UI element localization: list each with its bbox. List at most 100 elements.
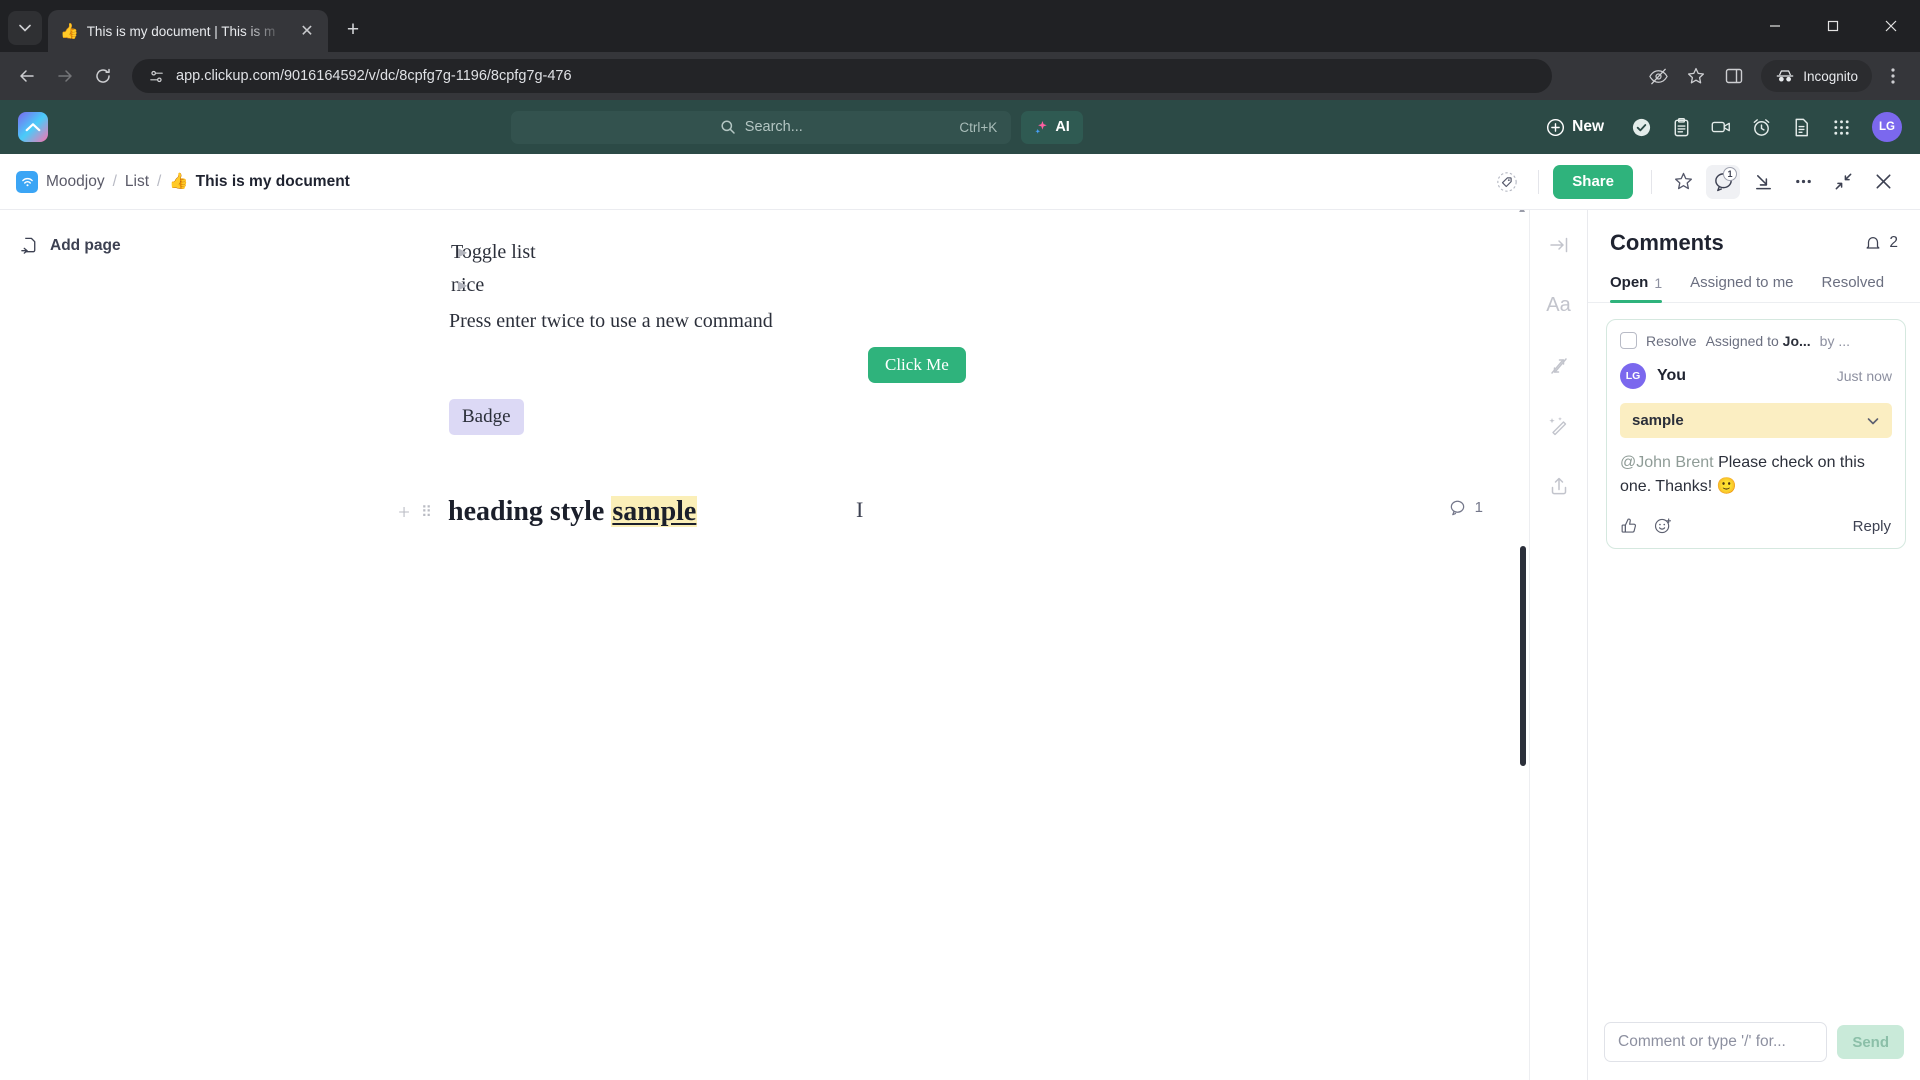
star-icon[interactable] bbox=[1666, 165, 1700, 199]
share-upload-icon[interactable] bbox=[1548, 475, 1570, 497]
document-canvas[interactable]: ▶ Toggle list ▶ nice Press enter twice t… bbox=[196, 210, 1529, 1080]
insert-block-plus-icon[interactable]: + bbox=[392, 500, 416, 525]
add-reaction-icon[interactable] bbox=[1654, 517, 1672, 535]
comment-avatar[interactable]: LG bbox=[1620, 363, 1646, 389]
thumbs-up-icon[interactable] bbox=[1620, 517, 1638, 535]
url-text: app.clickup.com/9016164592/v/dc/8cpfg7g-… bbox=[176, 68, 572, 84]
send-button[interactable]: Send bbox=[1837, 1025, 1904, 1059]
breadcrumb-separator: / bbox=[112, 172, 117, 190]
search-icon bbox=[721, 120, 735, 134]
browser-tab[interactable]: 👍 This is my document | This is m ✕ bbox=[48, 10, 328, 52]
breadcrumb-current-doc[interactable]: 👍 This is my document bbox=[169, 172, 349, 191]
toggle-list-label: nice bbox=[451, 274, 485, 296]
forward-icon[interactable] bbox=[48, 59, 82, 93]
scrollbar-thumb[interactable] bbox=[1520, 546, 1526, 766]
side-panel-icon[interactable] bbox=[1717, 59, 1751, 93]
browser-toolbar-right: Incognito bbox=[1641, 59, 1910, 93]
toggle-list-item[interactable]: ▶ nice bbox=[196, 269, 1529, 302]
alarm-clock-icon[interactable] bbox=[1744, 110, 1778, 144]
new-button[interactable]: New bbox=[1546, 118, 1604, 137]
import-icon[interactable] bbox=[1746, 165, 1780, 199]
resolve-checkbox[interactable] bbox=[1620, 332, 1637, 349]
block-comment-count-label: 1 bbox=[1474, 499, 1483, 516]
search-input[interactable]: Search... Ctrl+K bbox=[511, 110, 1012, 144]
plus-circle-icon bbox=[1547, 118, 1565, 136]
block-comment-count[interactable]: 1 bbox=[1449, 499, 1483, 516]
close-icon[interactable] bbox=[1866, 165, 1900, 199]
doc-emoji-icon: 👍 bbox=[169, 173, 189, 190]
tab-search-button[interactable] bbox=[8, 11, 42, 45]
comment-quoted-text[interactable]: sample bbox=[1620, 403, 1892, 438]
comment-composer: Comment or type '/' for... Send bbox=[1588, 1008, 1920, 1080]
tab-open-label: Open bbox=[1610, 274, 1649, 291]
heading-text[interactable]: heading style sample bbox=[448, 496, 698, 528]
reply-button[interactable]: Reply bbox=[1853, 518, 1891, 535]
video-camera-icon[interactable] bbox=[1704, 110, 1738, 144]
document-tool-rail: Aa bbox=[1529, 210, 1587, 1080]
chevron-down-icon[interactable] bbox=[1866, 414, 1880, 428]
search-placeholder: Search... bbox=[744, 119, 803, 135]
assigned-label: Assigned to bbox=[1705, 332, 1779, 349]
breadcrumb-workspace[interactable]: Moodjoy bbox=[46, 173, 105, 191]
add-page-button[interactable]: Add page bbox=[0, 230, 196, 261]
browser-menu-icon[interactable] bbox=[1876, 59, 1910, 93]
comment-assignee[interactable]: Assigned to Jo... bbox=[1706, 333, 1811, 349]
click-me-button[interactable]: Click Me bbox=[868, 347, 966, 383]
resolve-label[interactable]: Resolve bbox=[1646, 333, 1697, 349]
document-heading-block[interactable]: + ⠿ heading style sample I 1 bbox=[196, 489, 1529, 535]
document-content: ▶ Toggle list ▶ nice Press enter twice t… bbox=[196, 210, 1529, 535]
clickup-top-bar-right: New LG bbox=[1546, 110, 1902, 144]
comment-input[interactable]: Comment or type '/' for... bbox=[1604, 1022, 1828, 1062]
address-bar[interactable]: app.clickup.com/9016164592/v/dc/8cpfg7g-… bbox=[132, 59, 1552, 93]
tab-close-icon[interactable]: ✕ bbox=[296, 20, 318, 42]
comment-card[interactable]: Resolve Assigned to Jo... by ... LG You … bbox=[1606, 319, 1906, 549]
new-tab-button[interactable]: + bbox=[336, 13, 370, 47]
comment-icon[interactable]: 1 bbox=[1706, 164, 1740, 199]
tab-resolved[interactable]: Resolved bbox=[1822, 274, 1885, 302]
document-button-row: Click Me bbox=[196, 341, 1529, 389]
reload-icon[interactable] bbox=[86, 59, 120, 93]
comments-notification[interactable]: 2 bbox=[1864, 234, 1898, 252]
document-icon[interactable] bbox=[1784, 110, 1818, 144]
doc-title: This is my document bbox=[195, 172, 350, 190]
font-size-icon[interactable]: Aa bbox=[1546, 294, 1570, 317]
scroll-up-arrow-icon[interactable]: ▲ bbox=[1517, 210, 1527, 215]
bookmark-star-icon[interactable] bbox=[1679, 59, 1713, 93]
tab-assigned-to-me[interactable]: Assigned to me bbox=[1690, 274, 1793, 302]
user-avatar[interactable]: LG bbox=[1872, 112, 1902, 142]
ai-button[interactable]: AI bbox=[1021, 110, 1083, 144]
tag-icon[interactable] bbox=[1490, 165, 1524, 199]
badge[interactable]: Badge bbox=[449, 399, 524, 435]
comment-mention[interactable]: @John Brent bbox=[1620, 454, 1714, 471]
site-settings-icon[interactable] bbox=[146, 66, 166, 86]
tab-open[interactable]: Open 1 bbox=[1610, 274, 1663, 303]
document-paragraph[interactable]: Press enter twice to use a new command bbox=[196, 302, 1529, 341]
ai-label: AI bbox=[1055, 119, 1070, 135]
clickup-logo-icon[interactable] bbox=[18, 112, 48, 142]
window-close-button[interactable] bbox=[1862, 0, 1920, 52]
window-minimize-button[interactable] bbox=[1746, 0, 1804, 52]
back-icon[interactable] bbox=[10, 59, 44, 93]
ai-wand-icon[interactable] bbox=[1548, 415, 1570, 437]
toggle-caret-icon[interactable]: ▶ bbox=[458, 278, 467, 293]
tracking-protection-icon[interactable] bbox=[1641, 59, 1675, 93]
comment-bubble-icon bbox=[1450, 500, 1464, 516]
collapse-icon[interactable] bbox=[1826, 165, 1860, 199]
drag-handle-icon[interactable]: ⠿ bbox=[416, 503, 438, 522]
incognito-indicator[interactable]: Incognito bbox=[1761, 60, 1872, 92]
assigned-to-name: Jo... bbox=[1782, 332, 1811, 349]
more-options-icon[interactable] bbox=[1786, 165, 1820, 199]
clipboard-icon[interactable] bbox=[1664, 110, 1698, 144]
apps-grid-icon[interactable] bbox=[1824, 110, 1858, 144]
collapse-right-icon[interactable] bbox=[1548, 234, 1570, 256]
share-button[interactable]: Share bbox=[1553, 164, 1633, 199]
breadcrumb-list[interactable]: List bbox=[125, 173, 149, 191]
relationships-icon[interactable] bbox=[1548, 355, 1570, 377]
window-maximize-button[interactable] bbox=[1804, 0, 1862, 52]
toggle-list-item[interactable]: ▶ Toggle list bbox=[196, 236, 1529, 269]
workspace-icon[interactable] bbox=[16, 170, 38, 193]
toggle-caret-icon[interactable]: ▶ bbox=[458, 245, 467, 260]
document-scrollbar[interactable]: ▲ bbox=[1517, 210, 1527, 1080]
check-circle-icon[interactable] bbox=[1624, 110, 1658, 144]
window-controls bbox=[1746, 0, 1920, 52]
